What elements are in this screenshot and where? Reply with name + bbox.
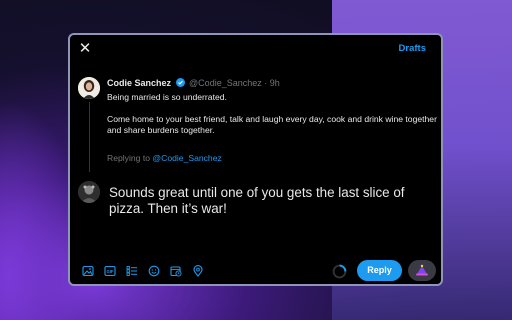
tweet-header: Codie Sanchez @Codie_Sanchez · 9h: [107, 78, 280, 88]
replying-prefix: Replying to: [107, 153, 150, 163]
schedule-icon[interactable]: [170, 265, 182, 277]
drafts-button[interactable]: Drafts: [399, 43, 426, 54]
user-avatar[interactable]: [78, 181, 100, 203]
tweet-text: Being married is so underrated. Come hom…: [107, 92, 437, 147]
close-icon[interactable]: ✕: [78, 41, 92, 56]
verified-badge-icon: [175, 78, 185, 87]
tweet-paragraph: Come home to your best friend, talk and …: [107, 114, 437, 135]
extension-button[interactable]: [408, 260, 436, 281]
reply-composer-text[interactable]: Sounds great until one of you gets the l…: [109, 185, 439, 217]
thread-line: [88, 102, 90, 172]
composer-toolbar: GIF: [82, 264, 204, 278]
reply-button[interactable]: Reply: [357, 260, 402, 281]
tweet-paragraph: Being married is so underrated.: [107, 92, 227, 102]
sparkle-hat-icon: [416, 264, 428, 276]
author-handle[interactable]: @Codie_Sanchez · 9h: [189, 78, 280, 88]
author-name[interactable]: Codie Sanchez: [107, 78, 171, 88]
avatar[interactable]: [78, 77, 100, 99]
location-icon[interactable]: [192, 265, 204, 277]
poll-icon[interactable]: [126, 265, 138, 277]
replying-to: Replying to @Codie_Sanchez: [107, 153, 222, 163]
image-icon[interactable]: [82, 265, 94, 277]
gif-icon[interactable]: GIF: [104, 265, 116, 277]
emoji-icon[interactable]: [148, 265, 160, 277]
mention-link[interactable]: @Codie_Sanchez: [152, 153, 221, 163]
character-count-ring: [332, 264, 347, 279]
reply-modal: ✕ Drafts Codie Sanchez @Codie_Sanchez · …: [68, 33, 443, 286]
svg-text:GIF: GIF: [107, 269, 114, 274]
